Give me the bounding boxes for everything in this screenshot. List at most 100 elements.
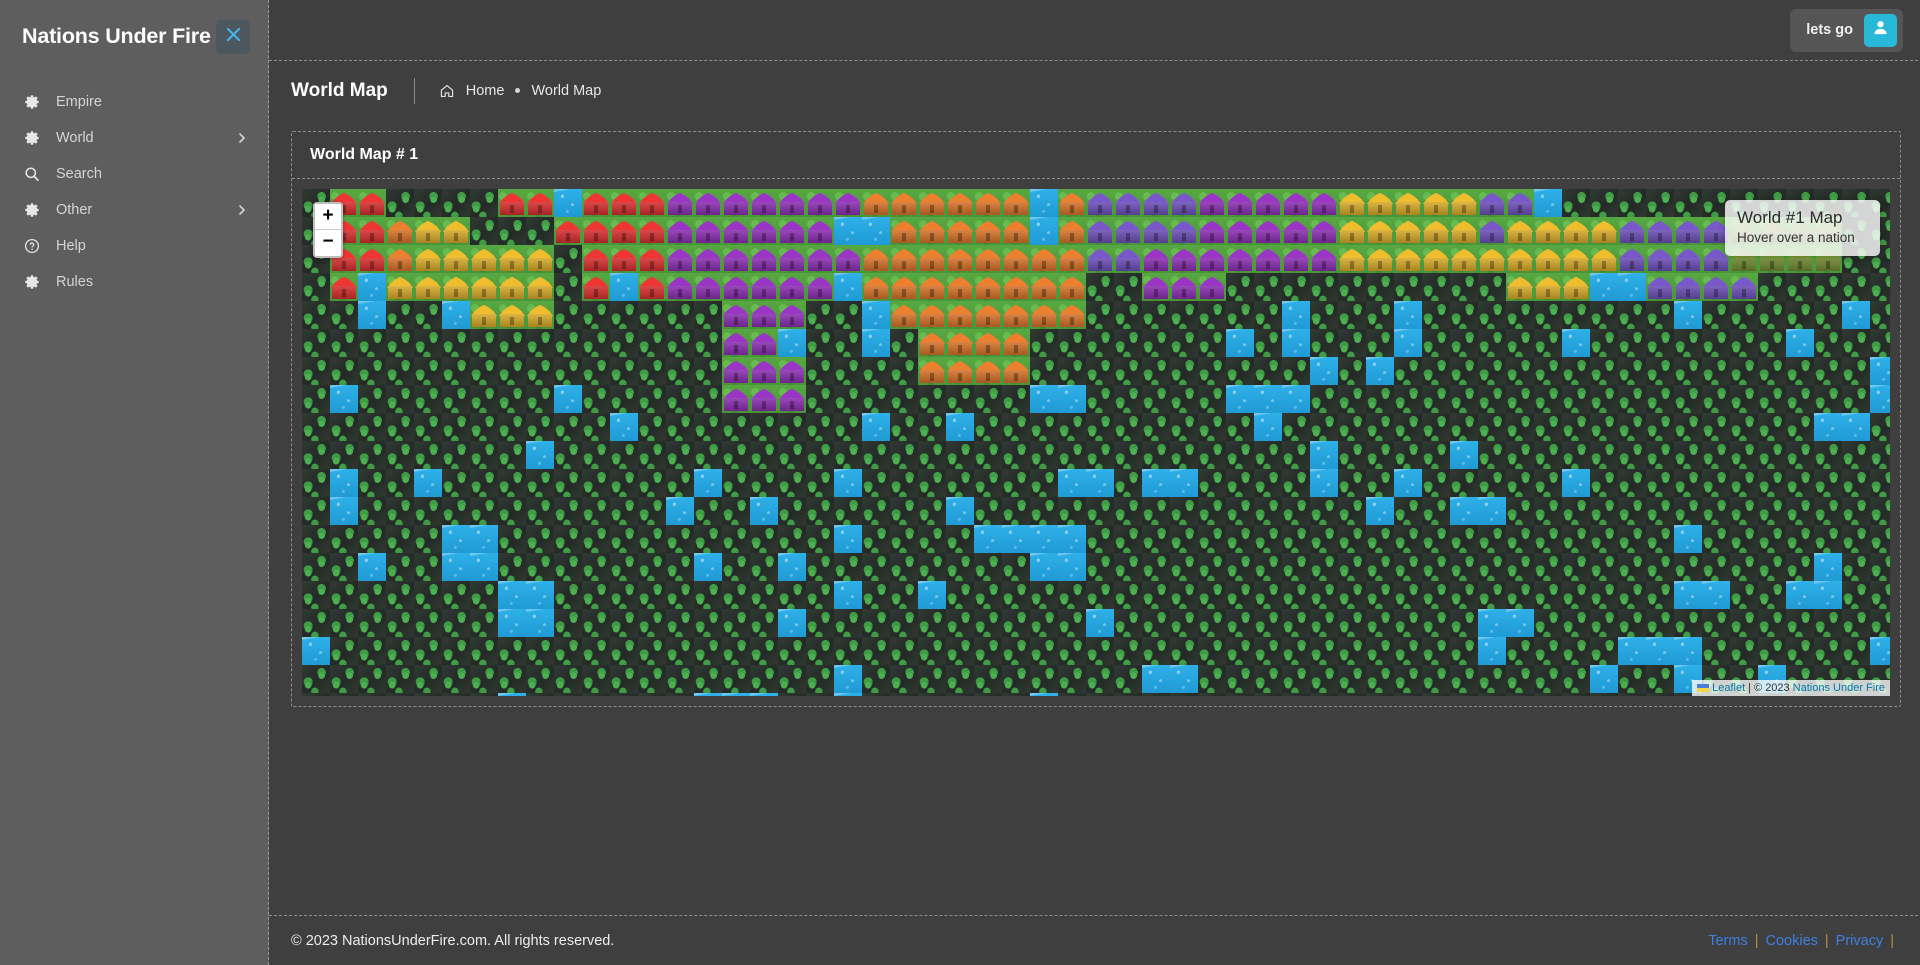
- map-tile[interactable]: [498, 329, 526, 357]
- map-tile[interactable]: [330, 693, 358, 696]
- map-tile[interactable]: [1086, 665, 1114, 693]
- map-tile[interactable]: [1310, 273, 1338, 301]
- map-tile[interactable]: [358, 637, 386, 665]
- map-tile[interactable]: [722, 553, 750, 581]
- map-tile[interactable]: [890, 357, 918, 385]
- map-tile[interactable]: [442, 441, 470, 469]
- map-tile[interactable]: [1310, 301, 1338, 329]
- map-tile[interactable]: [1422, 189, 1450, 217]
- map-tile[interactable]: [1226, 665, 1254, 693]
- map-tile[interactable]: [806, 637, 834, 665]
- map-tile[interactable]: [1030, 581, 1058, 609]
- map-tile[interactable]: [1674, 385, 1702, 413]
- map-tile[interactable]: [1814, 525, 1842, 553]
- map-tile[interactable]: [442, 469, 470, 497]
- map-tile[interactable]: [666, 413, 694, 441]
- map-tile[interactable]: [918, 469, 946, 497]
- map-tile[interactable]: [834, 665, 862, 693]
- user-menu-button[interactable]: lets go: [1790, 8, 1903, 52]
- map-tile[interactable]: [946, 385, 974, 413]
- map-tile[interactable]: [526, 693, 554, 696]
- map-tile[interactable]: [1506, 245, 1534, 273]
- map-tile[interactable]: [890, 385, 918, 413]
- map-tile[interactable]: [918, 665, 946, 693]
- map-tile[interactable]: [1422, 637, 1450, 665]
- map-tile[interactable]: [1478, 413, 1506, 441]
- map-tile[interactable]: [1478, 609, 1506, 637]
- map-tile[interactable]: [1814, 637, 1842, 665]
- map-tile[interactable]: [974, 413, 1002, 441]
- map-tile[interactable]: [1422, 497, 1450, 525]
- map-tile[interactable]: [1338, 637, 1366, 665]
- map-tile[interactable]: [1086, 301, 1114, 329]
- map-tile[interactable]: [554, 385, 582, 413]
- map-tile[interactable]: [974, 609, 1002, 637]
- map-tile[interactable]: [470, 245, 498, 273]
- map-tile[interactable]: [918, 217, 946, 245]
- map-tile[interactable]: [1786, 497, 1814, 525]
- map-tile[interactable]: [1618, 413, 1646, 441]
- map-tile[interactable]: [1394, 581, 1422, 609]
- map-tile[interactable]: [1590, 329, 1618, 357]
- map-tile[interactable]: [554, 609, 582, 637]
- map-tile[interactable]: [834, 329, 862, 357]
- map-tile[interactable]: [1282, 413, 1310, 441]
- map-tile[interactable]: [750, 441, 778, 469]
- map-tile[interactable]: [862, 189, 890, 217]
- map-tile[interactable]: [554, 469, 582, 497]
- map-tile[interactable]: [358, 413, 386, 441]
- map-tile[interactable]: [890, 497, 918, 525]
- map-tile[interactable]: [862, 609, 890, 637]
- map-tile[interactable]: [1058, 553, 1086, 581]
- map-tile[interactable]: [498, 273, 526, 301]
- map-tile[interactable]: [1534, 273, 1562, 301]
- map-tile[interactable]: [1366, 273, 1394, 301]
- map-tile[interactable]: [1338, 525, 1366, 553]
- map-tile[interactable]: [1086, 329, 1114, 357]
- map-tile[interactable]: [302, 469, 330, 497]
- map-tile[interactable]: [1814, 357, 1842, 385]
- map-tile[interactable]: [442, 637, 470, 665]
- map-tile[interactable]: [1814, 553, 1842, 581]
- map-tile[interactable]: [1254, 273, 1282, 301]
- map-tile[interactable]: [358, 553, 386, 581]
- map-tile[interactable]: [1226, 469, 1254, 497]
- map-tile[interactable]: [1394, 357, 1422, 385]
- map-tile[interactable]: [1646, 609, 1674, 637]
- map-tile[interactable]: [750, 329, 778, 357]
- map-tile[interactable]: [1282, 217, 1310, 245]
- map-tile[interactable]: [946, 553, 974, 581]
- map-tile[interactable]: [638, 665, 666, 693]
- map-tile[interactable]: [1114, 497, 1142, 525]
- map-tile[interactable]: [834, 413, 862, 441]
- map-tile[interactable]: [890, 469, 918, 497]
- map-tile[interactable]: [1226, 245, 1254, 273]
- map-tile[interactable]: [1338, 329, 1366, 357]
- map-tile[interactable]: [1198, 273, 1226, 301]
- map-tile[interactable]: [1870, 273, 1890, 301]
- map-tile[interactable]: [1170, 637, 1198, 665]
- map-tile[interactable]: [358, 329, 386, 357]
- map-tile[interactable]: [890, 217, 918, 245]
- map-tile[interactable]: [1786, 273, 1814, 301]
- map-tile[interactable]: [1450, 245, 1478, 273]
- map-tile[interactable]: [414, 385, 442, 413]
- sidebar-item-other[interactable]: Other: [0, 192, 268, 228]
- map-tile[interactable]: [1506, 329, 1534, 357]
- map-tile[interactable]: [582, 329, 610, 357]
- map-tile[interactable]: [358, 385, 386, 413]
- map-tile[interactable]: [470, 413, 498, 441]
- map-tile[interactable]: [1422, 469, 1450, 497]
- map-tile[interactable]: [1870, 441, 1890, 469]
- map-tile[interactable]: [1114, 665, 1142, 693]
- map-tile[interactable]: [1674, 413, 1702, 441]
- map-tile[interactable]: [1030, 665, 1058, 693]
- map-tile[interactable]: [302, 637, 330, 665]
- map-tile[interactable]: [1338, 301, 1366, 329]
- map-tile[interactable]: [1058, 189, 1086, 217]
- map-tile[interactable]: [1422, 273, 1450, 301]
- map-tile[interactable]: [386, 581, 414, 609]
- map-tile[interactable]: [1534, 245, 1562, 273]
- map-tile[interactable]: [1226, 609, 1254, 637]
- map-tile[interactable]: [1170, 217, 1198, 245]
